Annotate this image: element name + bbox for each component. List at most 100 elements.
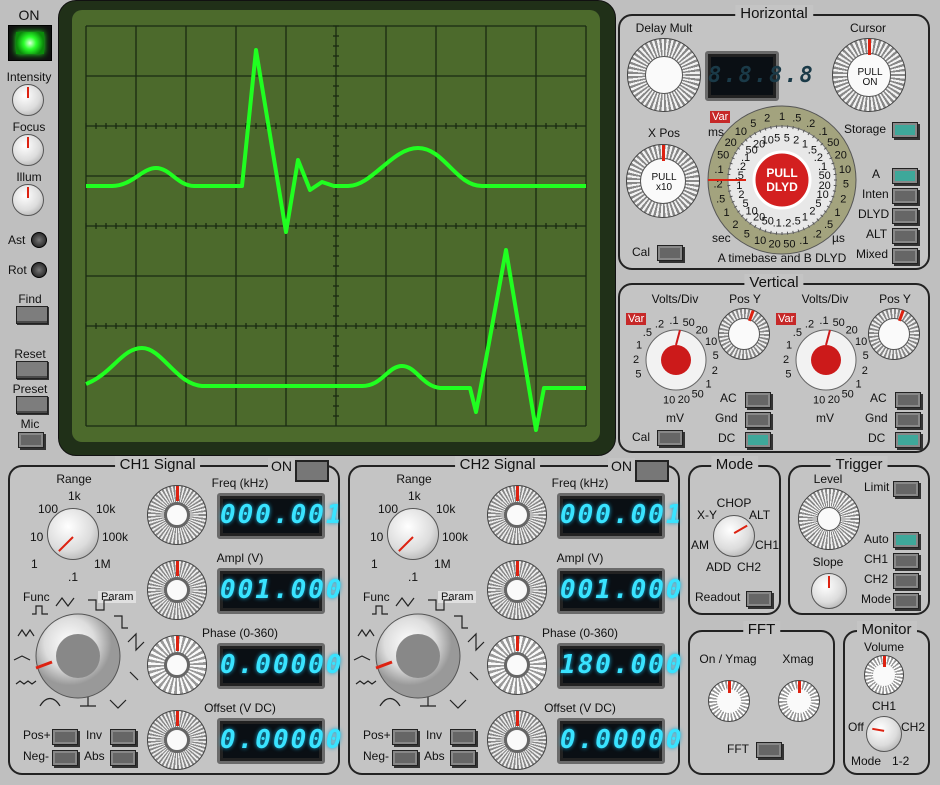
timebase-inner-tick: .5: [792, 216, 801, 228]
ch1-range-tick: 10: [30, 530, 44, 544]
ch1-on-button[interactable]: [295, 460, 329, 482]
ch2-voltsdiv-dial[interactable]: 521.5.2.1 502010521502010: [778, 310, 878, 410]
trigger-slope-knob[interactable]: [811, 573, 847, 609]
h-cal-switch[interactable]: [657, 245, 683, 261]
ch2-phase-display: 180.000: [557, 643, 682, 689]
trigger-ch2-switch[interactable]: [893, 573, 919, 589]
mode-ch2-label: CH2: [737, 560, 762, 574]
rot-label: Rot: [8, 263, 27, 277]
ch1-offset-knob[interactable]: [147, 710, 207, 770]
delay-mult-knob[interactable]: [627, 38, 701, 112]
readout-switch[interactable]: [746, 591, 772, 607]
ch1-abs-switch[interactable]: [110, 750, 136, 766]
ch1-voltsdiv-dial[interactable]: 521.5.2.1 502010521502010: [628, 310, 728, 410]
ch1-range-tick: 1k: [68, 489, 81, 503]
trigger-mode-switch[interactable]: [893, 593, 919, 609]
ch1-ampl-knob[interactable]: [147, 560, 207, 620]
monitor-volume-knob[interactable]: [864, 655, 904, 695]
voltsdiv-tick: 2: [633, 354, 639, 366]
xpos-knob[interactable]: PULL x10: [626, 144, 700, 218]
mic-switch[interactable]: [18, 432, 44, 448]
timebase-outer-tick: 20: [835, 150, 847, 162]
hmode-switch[interactable]: [892, 248, 918, 264]
ch1-neg-switch[interactable]: [52, 750, 78, 766]
voltsdiv-tick: 2: [862, 365, 868, 377]
ch1-range-knob[interactable]: [47, 508, 99, 560]
ch2-inv-switch[interactable]: [450, 729, 476, 745]
ch1-dc-switch[interactable]: [745, 432, 771, 448]
power-button[interactable]: [8, 25, 52, 61]
timebase-dial[interactable]: 1.5.2.1502010521.5.2.1502010521.5.2.1502…: [706, 104, 858, 256]
ch2-mv-label: mV: [816, 411, 834, 425]
ch2-posy-knob[interactable]: [868, 308, 920, 360]
ch2-pos-switch[interactable]: [392, 729, 418, 745]
ch2-phase-knob[interactable]: [487, 635, 547, 695]
illum-knob[interactable]: [12, 184, 44, 216]
ch2-ampl-label: Ampl (V): [556, 551, 604, 565]
timebase-outer-tick: 10: [754, 235, 766, 247]
voltsdiv-tick: .1: [819, 315, 828, 327]
ch1-range-tick: 1: [31, 557, 38, 571]
trigger-limit-switch[interactable]: [893, 481, 919, 497]
preset-button[interactable]: [16, 396, 48, 414]
ch1-on-label: ON: [268, 458, 295, 474]
ast-knob[interactable]: [31, 232, 47, 248]
ch2-ampl-knob[interactable]: [487, 560, 547, 620]
h-cal-label: Cal: [632, 245, 651, 259]
reset-button[interactable]: [16, 361, 48, 379]
timebase-inner-tick: 2: [809, 205, 815, 217]
intensity-knob[interactable]: [12, 84, 44, 116]
hmode-switch[interactable]: [892, 188, 918, 204]
trigger-level-knob[interactable]: [798, 488, 860, 550]
ch2-offset-knob[interactable]: [487, 710, 547, 770]
cursor-knob[interactable]: PULL ON: [832, 38, 906, 112]
timebase-outer-tick: .2: [813, 229, 822, 241]
ch2-gnd-switch[interactable]: [895, 412, 921, 428]
focus-knob[interactable]: [12, 134, 44, 166]
fft-ymag-knob[interactable]: [708, 680, 750, 722]
ch2-dc-switch[interactable]: [895, 432, 921, 448]
storage-switch[interactable]: [892, 122, 918, 138]
voltsdiv-tick: 20: [696, 324, 708, 336]
cursor-on-label: ON: [862, 77, 878, 88]
fft-xmag-knob[interactable]: [778, 680, 820, 722]
hmode-switch[interactable]: [892, 228, 918, 244]
ch2-range-label: Range: [396, 472, 432, 486]
ch1-pos-switch[interactable]: [52, 729, 78, 745]
monitor-source-knob[interactable]: [866, 716, 902, 752]
mode-selector-knob[interactable]: [713, 515, 755, 557]
ch2-freq-knob[interactable]: [487, 485, 547, 545]
ch1-func-selector[interactable]: [10, 596, 146, 716]
ch1-inv-switch[interactable]: [110, 729, 136, 745]
trigger-ch1-switch[interactable]: [893, 553, 919, 569]
rot-knob[interactable]: [31, 262, 47, 278]
hmode-switch[interactable]: [892, 208, 918, 224]
v-cal-label: Cal: [632, 430, 651, 444]
voltsdiv-tick: 5: [713, 350, 719, 362]
ch1-posy-knob[interactable]: [718, 308, 770, 360]
ch2-posy-label: Pos Y: [879, 292, 911, 306]
fft-switch[interactable]: [756, 742, 782, 758]
trigger-auto-switch[interactable]: [893, 532, 919, 548]
timebase-outer-tick: 5: [843, 179, 849, 191]
ch1-range-tick: 100k: [102, 530, 129, 544]
ch2-neg-switch[interactable]: [392, 750, 418, 766]
find-button[interactable]: [16, 306, 48, 324]
ch1-phase-knob[interactable]: [147, 635, 207, 695]
voltsdiv-tick: 1: [855, 378, 861, 390]
ch1-gnd-switch[interactable]: [745, 412, 771, 428]
tb-pull-label: PULL: [766, 166, 797, 180]
ch2-on-button[interactable]: [635, 460, 669, 482]
timebase-outer-tick: 50: [717, 150, 729, 162]
ch2-abs-switch[interactable]: [450, 750, 476, 766]
v-cal-switch[interactable]: [657, 430, 683, 446]
hmode-switch[interactable]: [892, 168, 918, 184]
ch2-range-knob[interactable]: [387, 508, 439, 560]
voltsdiv-tick: 5: [785, 369, 791, 381]
ch2-func-selector[interactable]: [350, 596, 486, 716]
ch1-freq-knob[interactable]: [147, 485, 207, 545]
hmode-label: Inten: [862, 187, 889, 201]
voltsdiv-tick: 10: [663, 394, 675, 406]
ch1-ac-switch[interactable]: [745, 392, 771, 408]
ch2-ac-switch[interactable]: [895, 392, 921, 408]
